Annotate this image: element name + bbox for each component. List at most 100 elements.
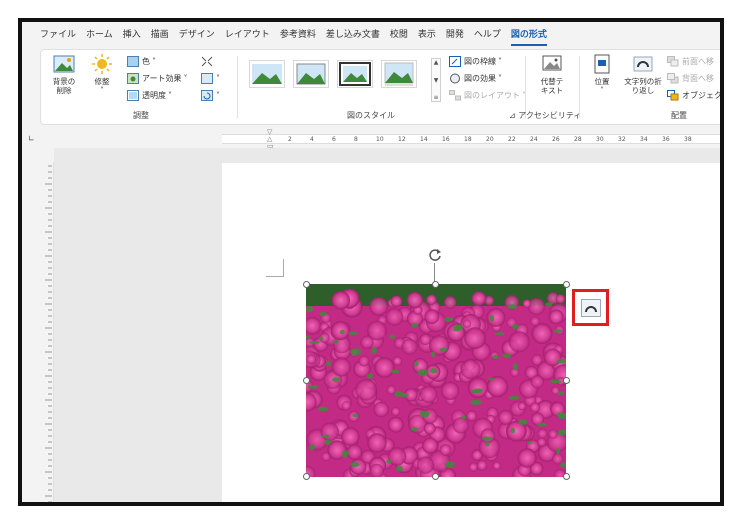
corrections-label: 修整 [94, 77, 110, 86]
document-canvas [54, 148, 720, 502]
scroll-up-icon[interactable]: ▲ [434, 59, 439, 66]
resize-handle-left[interactable] [303, 377, 310, 384]
art-effects-icon [127, 72, 139, 84]
layout-options-button[interactable] [572, 289, 609, 326]
wrap-text-label: 文字列の折 り返し [624, 77, 662, 95]
ruler-number: 24 [530, 136, 538, 143]
ruler-number: 34 [640, 136, 648, 143]
wrap-text-button[interactable]: 文字列の折 り返し [623, 54, 663, 95]
resize-handle-top[interactable] [432, 281, 439, 288]
dialog-launcher-icon[interactable]: ⊿ [509, 111, 518, 120]
picture-styles-scroll[interactable]: ▲ ▼ ≡ [431, 58, 441, 102]
reset-picture-button[interactable]: ˅ [201, 88, 220, 102]
tab-references[interactable]: 参考資料 [280, 22, 316, 48]
remove-background-button[interactable]: 背景の 削除 [47, 54, 81, 95]
tab-mailings[interactable]: 差し込み文書 [326, 22, 380, 48]
group-divider [237, 56, 238, 118]
picture-effects-icon [450, 73, 460, 83]
position-button[interactable]: 位置 ˅ [585, 54, 619, 95]
picture-style-thumbnail-icon [339, 62, 371, 86]
tab-selector-icon[interactable]: ∟ [28, 134, 35, 143]
chevron-down-icon: ˅ [498, 73, 502, 83]
picture-effects-button[interactable]: 図の効果 ˅ [449, 71, 502, 85]
wrap-text-icon [633, 56, 653, 72]
accessibility-label: アクセシビリティ [518, 111, 582, 120]
picture-layout-button[interactable]: 図のレイアウト ˅ [449, 88, 526, 102]
tab-draw[interactable]: 描画 [151, 22, 169, 48]
ruler-number: 18 [464, 136, 472, 143]
resize-handle-bottom[interactable] [432, 473, 439, 480]
chevron-down-icon: ˅ [600, 86, 604, 95]
change-picture-button[interactable]: ˅ [201, 71, 220, 85]
picture-style-3[interactable] [337, 60, 373, 88]
remove-background-label: 背景の 削除 [52, 77, 76, 95]
screenshot-frame: ファイル ホーム 挿入 描画 デザイン レイアウト 参考資料 差し込み文書 校閲… [18, 18, 724, 506]
scroll-down-icon[interactable]: ▼ [434, 77, 439, 84]
art-effects-label: アート効果 [142, 73, 182, 83]
picture-styles-group-label: 図のスタイル [347, 111, 395, 120]
indent-marker-icon[interactable]: ▽ △ ▭ [267, 129, 275, 150]
color-label: 色 [142, 56, 150, 66]
picture-border-label: 図の枠線 [464, 56, 496, 66]
adjust-group-label: 調整 [133, 111, 149, 120]
reset-picture-icon [201, 89, 213, 101]
tab-file[interactable]: ファイル [40, 22, 76, 48]
flower-picture[interactable] [306, 284, 566, 477]
text-boundary-corner [266, 259, 284, 277]
compress-icon [201, 56, 213, 66]
tab-help[interactable]: ヘルプ [474, 22, 501, 48]
resize-handle-right[interactable] [563, 377, 570, 384]
resize-handle-bottom-right[interactable] [563, 473, 570, 480]
ribbon-tabs: ファイル ホーム 挿入 描画 デザイン レイアウト 参考資料 差し込み文書 校閲… [22, 22, 720, 48]
more-styles-icon[interactable]: ≡ [433, 94, 438, 101]
picture-style-4[interactable] [381, 60, 417, 88]
ruler-number: 26 [552, 136, 560, 143]
picture-style-1[interactable] [249, 60, 285, 88]
vertical-ruler-ticks [45, 165, 52, 502]
compress-pictures-button[interactable] [201, 54, 216, 68]
ruler-number: 28 [574, 136, 582, 143]
resize-handle-bottom-left[interactable] [303, 473, 310, 480]
accessibility-group-label: ⊿ アクセシビリティ [509, 110, 581, 121]
picture-style-thumbnail-icon [296, 63, 326, 85]
tab-view[interactable]: 表示 [418, 22, 436, 48]
sun-icon [92, 54, 112, 74]
arrange-group-label: 配置 [671, 111, 687, 120]
tab-home[interactable]: ホーム [86, 22, 113, 48]
rotate-icon[interactable] [427, 247, 443, 263]
ruler-number: 4 [310, 136, 314, 143]
picture-border-button[interactable]: 図の枠線 ˅ [449, 54, 502, 68]
ruler-number: 22 [508, 136, 516, 143]
tab-design[interactable]: デザイン [179, 22, 215, 48]
tab-developer[interactable]: 開発 [446, 22, 464, 48]
chevron-down-icon: ˅ [216, 90, 220, 100]
picture-layout-icon [449, 89, 461, 100]
send-backward-icon [667, 72, 679, 83]
transparency-button[interactable]: 透明度 ˅ [127, 88, 172, 102]
tab-layout[interactable]: レイアウト [225, 22, 270, 48]
document-page[interactable] [222, 163, 720, 502]
ruler-number: 38 [684, 136, 692, 143]
bring-forward-button[interactable]: 前面へ移 [667, 54, 714, 68]
ruler-number: 30 [596, 136, 604, 143]
ribbon-panel: 背景の 削除 修整 ˅ 色 ˅ アート効果 ˅ 透明度 ˅ ˅ ˅ 調整 ▲ ▼… [40, 49, 720, 125]
alt-text-icon [542, 55, 562, 71]
color-button[interactable]: 色 ˅ [127, 54, 156, 68]
picture-style-2[interactable] [293, 60, 329, 88]
tab-insert[interactable]: 挿入 [123, 22, 141, 48]
bring-forward-icon [667, 55, 679, 66]
resize-handle-top-right[interactable] [563, 281, 570, 288]
tab-review[interactable]: 校閲 [390, 22, 408, 48]
ruler-number: 12 [398, 136, 406, 143]
ruler-number: 14 [420, 136, 428, 143]
layout-options-icon [580, 298, 601, 317]
alt-text-button[interactable]: 代替テ キスト [535, 54, 569, 95]
selection-pane-button[interactable]: オブジェクト [667, 88, 720, 102]
ruler-number: 10 [376, 136, 384, 143]
ruler-number: 8 [354, 136, 358, 143]
send-backward-button[interactable]: 背面へ移 [667, 71, 714, 85]
art-effects-button[interactable]: アート効果 ˅ [127, 71, 188, 85]
resize-handle-top-left[interactable] [303, 281, 310, 288]
corrections-button[interactable]: 修整 ˅ [85, 54, 119, 95]
tab-picture-format[interactable]: 図の形式 [510, 22, 547, 48]
